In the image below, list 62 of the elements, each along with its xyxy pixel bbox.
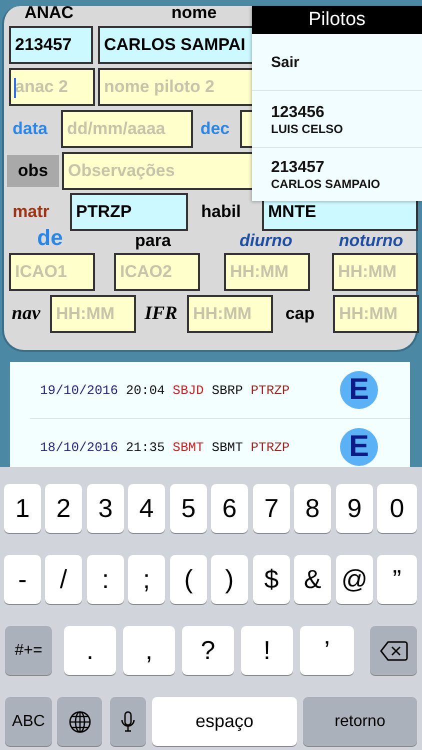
- keyboard-key[interactable]: ?: [182, 626, 234, 675]
- keyboard-key[interactable]: ABC: [5, 697, 52, 746]
- input-field[interactable]: 213457: [9, 26, 93, 64]
- keyboard-key[interactable]: .: [64, 626, 116, 675]
- keyboard-key[interactable]: ,: [123, 626, 175, 675]
- keyboard-key[interactable]: /: [45, 555, 82, 604]
- edit-button[interactable]: E: [340, 371, 378, 409]
- column-label: ANAC: [24, 3, 74, 23]
- backspace-key[interactable]: [370, 626, 417, 675]
- column-label: diurno: [238, 231, 294, 251]
- edit-button[interactable]: E: [340, 428, 378, 466]
- keyboard-key[interactable]: !: [241, 626, 293, 675]
- keyboard-key[interactable]: 7: [253, 484, 290, 533]
- field-label: nav: [10, 303, 42, 325]
- keyboard-key[interactable]: :: [87, 555, 124, 604]
- log-entry: 19/10/2016 20:04 SBJD SBRP PTRZP: [40, 382, 291, 398]
- keyboard-key[interactable]: ): [211, 555, 248, 604]
- column-label: para: [134, 231, 172, 251]
- keyboard-key[interactable]: -: [4, 555, 41, 604]
- keyboard-key[interactable]: ”: [377, 555, 417, 604]
- field-label: dec: [199, 119, 231, 139]
- keyboard-key[interactable]: ’: [300, 626, 354, 675]
- menu-title: Pilotos: [252, 6, 422, 34]
- pilot-name: CARLOS SAMPAIO: [271, 176, 382, 190]
- log-entry: 18/10/2016 21:35 SBMT SBMT PTRZP: [40, 440, 291, 454]
- column-label: noturno: [338, 231, 404, 251]
- column-label: nome: [170, 3, 218, 23]
- keyboard-key[interactable]: 8: [294, 484, 331, 533]
- keyboard-key[interactable]: 9: [336, 484, 373, 533]
- keyboard-key[interactable]: retorno: [303, 697, 417, 746]
- input-field[interactable]: PTRZP: [70, 193, 188, 231]
- microphone-key[interactable]: [110, 697, 146, 746]
- pilot-name: LUIS CELSO: [271, 122, 344, 136]
- space-key[interactable]: espaço: [152, 697, 297, 746]
- keyboard-key[interactable]: 5: [170, 484, 207, 533]
- keyboard-key[interactable]: 1: [4, 484, 41, 533]
- pilot-anac: 123456: [271, 102, 326, 122]
- keyboard-key[interactable]: 6: [211, 484, 248, 533]
- keyboard-key[interactable]: $: [253, 555, 290, 604]
- menu-item[interactable]: Sair: [252, 34, 422, 91]
- globe-icon: [68, 710, 90, 732]
- keyboard-key[interactable]: 4: [128, 484, 165, 533]
- keyboard-key[interactable]: ;: [128, 555, 165, 604]
- globe-key[interactable]: [57, 697, 102, 746]
- input-field[interactable]: CARLOS SAMPAI: [98, 26, 254, 64]
- keyboard-key[interactable]: #+=: [5, 626, 52, 675]
- field-label: IFR: [144, 303, 178, 325]
- keyboard-key[interactable]: 2: [45, 484, 82, 533]
- column-label: de: [36, 225, 64, 251]
- field-label: data: [12, 119, 48, 139]
- keyboard-key[interactable]: @: [336, 555, 373, 604]
- field-label: habil: [200, 202, 242, 222]
- keyboard-key[interactable]: &: [294, 555, 331, 604]
- microphone-icon: [120, 710, 136, 732]
- field-label: obs: [7, 155, 59, 187]
- pilot-anac: 213457: [271, 158, 326, 176]
- backspace-icon: [380, 640, 408, 660]
- keyboard-key[interactable]: (: [170, 555, 207, 604]
- keyboard-key[interactable]: 3: [87, 484, 124, 533]
- keyboard-key[interactable]: 0: [377, 484, 417, 533]
- field-label: matr: [12, 202, 50, 222]
- field-label: cap: [284, 304, 316, 324]
